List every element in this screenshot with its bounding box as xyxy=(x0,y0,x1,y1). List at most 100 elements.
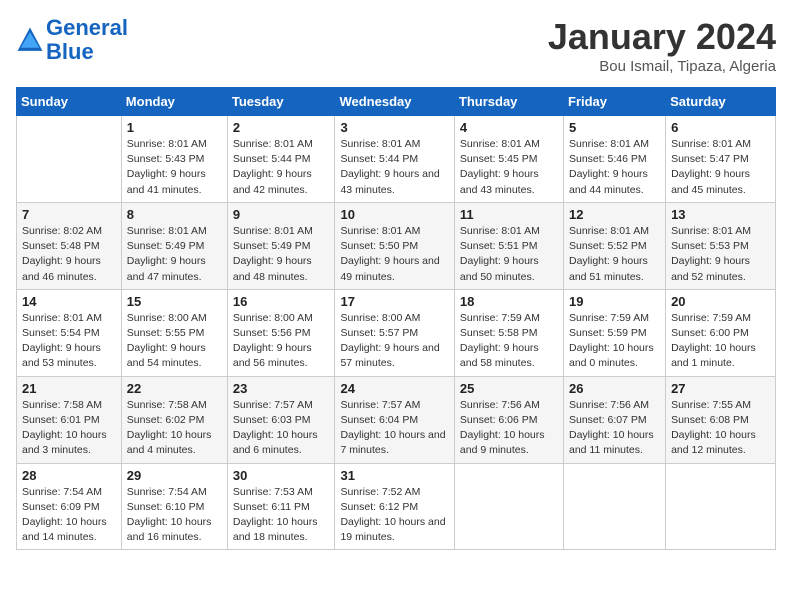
day-number: 28 xyxy=(22,468,116,483)
daylight-text: Daylight: 10 hours and 18 minutes. xyxy=(233,515,330,545)
table-row: 23 Sunrise: 7:57 AMSunset: 6:03 PMDayligh… xyxy=(227,376,335,463)
day-info: Sunrise: 8:01 AMSunset: 5:49 PMDaylight:… xyxy=(233,224,330,285)
table-row: 30Sunrise: 7:53 AMSunset: 6:11 PMDayligh… xyxy=(227,463,335,550)
sunrise-text: Sunrise: 8:01 AM xyxy=(340,224,448,239)
day-info: Sunrise: 8:01 AMSunset: 5:51 PMDaylight:… xyxy=(460,224,558,285)
daylight-text: Daylight: 9 hours and 43 minutes. xyxy=(460,167,558,197)
sunrise-text: Sunrise: 7:59 AM xyxy=(569,311,660,326)
sunset-text: Sunset: 5:49 PM xyxy=(233,239,330,254)
day-info: Sunrise: 7:52 AMSunset: 6:12 PMDaylight:… xyxy=(340,485,448,546)
daylight-text: Daylight: 10 hours and 6 minutes. xyxy=(233,428,330,458)
sunrise-text: Sunrise: 8:01 AM xyxy=(127,137,222,152)
day-number: 13 xyxy=(671,207,770,222)
sunrise-text: Sunrise: 8:01 AM xyxy=(460,137,558,152)
sunrise-text: Sunrise: 7:53 AM xyxy=(233,485,330,500)
table-row: 29Sunrise: 7:54 AMSunset: 6:10 PMDayligh… xyxy=(121,463,227,550)
table-row: 12Sunrise: 8:01 AMSunset: 5:52 PMDayligh… xyxy=(564,202,666,289)
sunset-text: Sunset: 5:59 PM xyxy=(569,326,660,341)
sunset-text: Sunset: 5:54 PM xyxy=(22,326,116,341)
sunrise-text: Sunrise: 7:52 AM xyxy=(340,485,448,500)
day-number: 27 xyxy=(671,381,770,396)
table-row xyxy=(454,463,563,550)
table-row: 19Sunrise: 7:59 AMSunset: 5:59 PMDayligh… xyxy=(564,289,666,376)
logo-text: General Blue xyxy=(46,16,128,64)
day-number: 1 xyxy=(127,120,222,135)
table-row: 17Sunrise: 8:00 AMSunset: 5:57 PMDayligh… xyxy=(335,289,454,376)
day-info: Sunrise: 8:01 AMSunset: 5:43 PMDaylight:… xyxy=(127,137,222,198)
daylight-text: Daylight: 10 hours and 0 minutes. xyxy=(569,341,660,371)
sunrise-text: Sunrise: 7:54 AM xyxy=(22,485,116,500)
day-number: 8 xyxy=(127,207,222,222)
table-row: 4Sunrise: 8:01 AMSunset: 5:45 PMDaylight… xyxy=(454,116,563,203)
sunset-text: Sunset: 6:08 PM xyxy=(671,413,770,428)
day-info: Sunrise: 8:01 AMSunset: 5:52 PMDaylight:… xyxy=(569,224,660,285)
sunset-text: Sunset: 6:10 PM xyxy=(127,500,222,515)
day-info: Sunrise: 7:53 AMSunset: 6:11 PMDaylight:… xyxy=(233,485,330,546)
calendar-subtitle: Bou Ismail, Tipaza, Algeria xyxy=(548,58,776,75)
col-wednesday: Wednesday xyxy=(335,88,454,116)
logo: General Blue xyxy=(16,16,128,64)
sunset-text: Sunset: 5:44 PM xyxy=(233,152,330,167)
sunset-text: Sunset: 5:49 PM xyxy=(127,239,222,254)
daylight-text: Daylight: 10 hours and 19 minutes. xyxy=(340,515,448,545)
table-row: 6Sunrise: 8:01 AMSunset: 5:47 PMDaylight… xyxy=(666,116,776,203)
sunrise-text: Sunrise: 8:01 AM xyxy=(569,137,660,152)
daylight-text: Daylight: 9 hours and 51 minutes. xyxy=(569,254,660,284)
sunrise-text: Sunrise: 7:58 AM xyxy=(22,398,116,413)
day-number: 5 xyxy=(569,120,660,135)
col-thursday: Thursday xyxy=(454,88,563,116)
table-row: 20Sunrise: 7:59 AMSunset: 6:00 PMDayligh… xyxy=(666,289,776,376)
day-info: Sunrise: 8:01 AMSunset: 5:54 PMDaylight:… xyxy=(22,311,116,372)
sunset-text: Sunset: 5:47 PM xyxy=(671,152,770,167)
daylight-text: Daylight: 9 hours and 53 minutes. xyxy=(22,341,116,371)
sunset-text: Sunset: 5:56 PM xyxy=(233,326,330,341)
sunrise-text: Sunrise: 8:01 AM xyxy=(460,224,558,239)
daylight-text: Daylight: 9 hours and 41 minutes. xyxy=(127,167,222,197)
calendar-table: Sunday Monday Tuesday Wednesday Thursday… xyxy=(16,87,776,550)
daylight-text: Daylight: 10 hours and 9 minutes. xyxy=(460,428,558,458)
sunset-text: Sunset: 6:04 PM xyxy=(340,413,448,428)
sunset-text: Sunset: 5:52 PM xyxy=(569,239,660,254)
table-row: 25 Sunrise: 7:56 AMSunset: 6:06 PMDayligh… xyxy=(454,376,563,463)
day-number: 2 xyxy=(233,120,330,135)
table-row: 2Sunrise: 8:01 AMSunset: 5:44 PMDaylight… xyxy=(227,116,335,203)
table-row: 1 Sunrise: 8:01 AMSunset: 5:43 PMDaylight… xyxy=(121,116,227,203)
day-info: Sunrise: 8:01 AMSunset: 5:45 PMDaylight:… xyxy=(460,137,558,198)
day-info: Sunrise: 8:01 AMSunset: 5:44 PMDaylight:… xyxy=(340,137,448,198)
table-row: 10Sunrise: 8:01 AMSunset: 5:50 PMDayligh… xyxy=(335,202,454,289)
table-row xyxy=(666,463,776,550)
sunset-text: Sunset: 6:07 PM xyxy=(569,413,660,428)
day-number: 31 xyxy=(340,468,448,483)
table-row: 31 Sunrise: 7:52 AMSunset: 6:12 PMDayligh… xyxy=(335,463,454,550)
sunrise-text: Sunrise: 8:01 AM xyxy=(671,224,770,239)
sunset-text: Sunset: 5:43 PM xyxy=(127,152,222,167)
sunset-text: Sunset: 5:57 PM xyxy=(340,326,448,341)
sunset-text: Sunset: 5:46 PM xyxy=(569,152,660,167)
sunrise-text: Sunrise: 8:01 AM xyxy=(127,224,222,239)
day-info: Sunrise: 7:54 AMSunset: 6:09 PMDaylight:… xyxy=(22,485,116,546)
table-row: 5Sunrise: 8:01 AMSunset: 5:46 PMDaylight… xyxy=(564,116,666,203)
daylight-text: Daylight: 9 hours and 49 minutes. xyxy=(340,254,448,284)
day-info: Sunrise: 7:59 AMSunset: 5:59 PMDaylight:… xyxy=(569,311,660,372)
day-info: Sunrise: 7:57 AMSunset: 6:03 PMDaylight:… xyxy=(233,398,330,459)
day-number: 18 xyxy=(460,294,558,309)
day-number: 23 xyxy=(233,381,330,396)
sunrise-text: Sunrise: 7:54 AM xyxy=(127,485,222,500)
daylight-text: Daylight: 9 hours and 43 minutes. xyxy=(340,167,448,197)
sunrise-text: Sunrise: 7:59 AM xyxy=(460,311,558,326)
table-row: 26Sunrise: 7:56 AMSunset: 6:07 PMDayligh… xyxy=(564,376,666,463)
sunset-text: Sunset: 6:12 PM xyxy=(340,500,448,515)
day-info: Sunrise: 7:59 AMSunset: 5:58 PMDaylight:… xyxy=(460,311,558,372)
page-header: General Blue January 2024 Bou Ismail, Ti… xyxy=(16,16,776,75)
day-number: 25 xyxy=(460,381,558,396)
col-tuesday: Tuesday xyxy=(227,88,335,116)
sunrise-text: Sunrise: 8:01 AM xyxy=(569,224,660,239)
calendar-header-row: Sunday Monday Tuesday Wednesday Thursday… xyxy=(17,88,776,116)
table-row: 13Sunrise: 8:01 AMSunset: 5:53 PMDayligh… xyxy=(666,202,776,289)
daylight-text: Daylight: 9 hours and 45 minutes. xyxy=(671,167,770,197)
sunset-text: Sunset: 6:06 PM xyxy=(460,413,558,428)
table-row: 24Sunrise: 7:57 AMSunset: 6:04 PMDayligh… xyxy=(335,376,454,463)
day-info: Sunrise: 8:01 AMSunset: 5:47 PMDaylight:… xyxy=(671,137,770,198)
sunset-text: Sunset: 5:50 PM xyxy=(340,239,448,254)
day-info: Sunrise: 7:56 AMSunset: 6:06 PMDaylight:… xyxy=(460,398,558,459)
